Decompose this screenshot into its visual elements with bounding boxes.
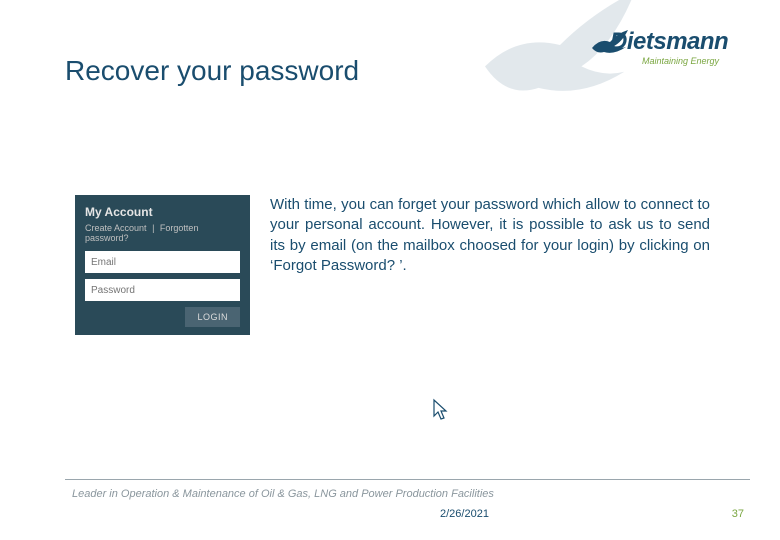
panel-heading: My Account <box>85 205 240 219</box>
my-account-panel: My Account Create Account | Forgotten pa… <box>75 195 250 335</box>
brand-logo: Dietsmann Maintaining Energy <box>590 28 750 88</box>
login-button[interactable]: LOGIN <box>185 307 240 327</box>
brand-name: Dietsmann <box>610 28 728 56</box>
create-account-link[interactable]: Create Account <box>85 223 147 233</box>
page-number: 37 <box>732 508 744 520</box>
password-field[interactable] <box>85 279 240 301</box>
footer-divider <box>65 479 750 480</box>
email-field[interactable] <box>85 251 240 273</box>
panel-links: Create Account | Forgotten password? <box>85 223 240 243</box>
brand-tagline: Maintaining Energy <box>642 56 719 66</box>
footer-tagline: Leader in Operation & Maintenance of Oil… <box>72 488 494 500</box>
footer-date: 2/26/2021 <box>440 508 489 520</box>
cursor-icon <box>432 398 450 422</box>
page-title: Recover your password <box>65 55 359 87</box>
instruction-text: With time, you can forget your password … <box>270 195 710 276</box>
link-separator: | <box>152 223 154 233</box>
